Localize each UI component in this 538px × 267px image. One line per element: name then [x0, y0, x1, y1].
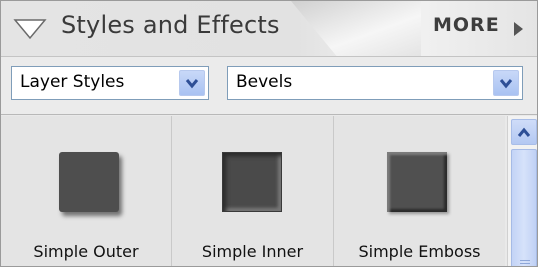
style-label: Simple Outer	[33, 242, 139, 261]
style-item-simple-inner[interactable]: Simple Inner	[172, 116, 334, 266]
style-thumbnail-grid: Simple Outer Simple Inner Simple Emboss	[1, 116, 505, 266]
chevron-up-icon	[517, 127, 531, 137]
triangle-right-icon[interactable]	[511, 18, 525, 40]
category-dropdown-value: Layer Styles	[20, 72, 125, 92]
grip-line	[520, 263, 530, 264]
triangle-down-icon[interactable]	[13, 17, 47, 41]
scroll-up-button[interactable]	[511, 119, 537, 145]
scroll-thumb[interactable]	[511, 149, 537, 266]
type-dropdown-value: Bevels	[236, 72, 293, 92]
category-dropdown-button[interactable]	[179, 70, 205, 96]
filter-bar: Layer Styles Bevels	[1, 57, 537, 115]
style-thumbnail	[222, 152, 282, 212]
more-button[interactable]: MORE	[433, 14, 500, 36]
type-dropdown-button[interactable]	[493, 70, 519, 96]
style-thumbnail	[59, 152, 119, 212]
style-item-simple-outer[interactable]: Simple Outer	[1, 116, 172, 266]
grip-line	[520, 260, 530, 261]
style-thumbnail	[387, 152, 447, 212]
panel-title: Styles and Effects	[61, 11, 280, 39]
chevron-down-icon	[185, 79, 199, 89]
style-label: Simple Emboss	[358, 242, 481, 261]
type-dropdown[interactable]: Bevels	[227, 66, 523, 100]
style-label: Simple Inner	[201, 242, 304, 261]
header-decoration	[291, 1, 421, 56]
chevron-down-icon	[499, 79, 513, 89]
category-dropdown[interactable]: Layer Styles	[11, 66, 209, 100]
panel-header: Styles and Effects MORE	[1, 1, 537, 57]
styles-and-effects-panel: Styles and Effects MORE Layer Styles Bev…	[0, 0, 538, 267]
style-item-simple-emboss[interactable]: Simple Emboss	[334, 116, 505, 266]
vertical-scrollbar[interactable]	[507, 116, 537, 266]
